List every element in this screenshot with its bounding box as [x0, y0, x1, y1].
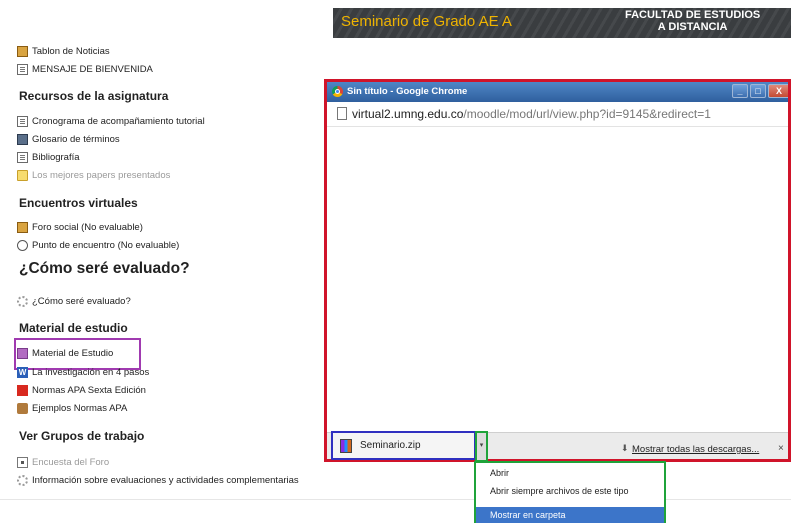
download-item[interactable]: Seminario.zip	[331, 431, 476, 460]
url-path: /moodle/mod/url/view.php?id=9145&redirec…	[463, 107, 711, 121]
faculty-line-2: A DISTANCIA	[657, 21, 728, 33]
section-title-grupos: Ver Grupos de trabajo	[19, 429, 145, 443]
menu-item-foro-social[interactable]: Foro social (No evaluable)	[17, 219, 143, 235]
menu-item-label: Glosario de términos	[32, 133, 120, 145]
page-icon	[337, 107, 347, 120]
menu-item-investigacion[interactable]: W La investigación en 4 pasos	[17, 364, 149, 380]
forum-icon	[17, 45, 28, 57]
package-icon	[17, 402, 28, 414]
forum-icon	[17, 221, 28, 233]
word-icon: W	[17, 366, 28, 378]
menu-item-label: Foro social (No evaluable)	[32, 221, 143, 233]
context-menu-open[interactable]: Abrir	[476, 465, 664, 481]
download-menu-arrow[interactable]: ▾	[475, 431, 488, 462]
maximize-button[interactable]: □	[750, 84, 766, 98]
menu-item-label: Ejemplos Normas APA	[32, 402, 128, 414]
section-title-recursos: Recursos de la asignatura	[19, 89, 169, 103]
glossary-icon	[17, 133, 28, 145]
download-arrow-icon: ⬇	[621, 443, 629, 453]
download-filename: Seminario.zip	[360, 440, 421, 451]
menu-item-label: MENSAJE DE BIENVENIDA	[32, 63, 153, 75]
menu-item-label: Los mejores papers presentados	[32, 169, 171, 181]
menu-item-ejemplos-apa[interactable]: Ejemplos Normas APA	[17, 400, 127, 416]
gear-icon	[17, 295, 28, 307]
menu-item-glosario[interactable]: Glosario de términos	[17, 131, 120, 147]
zip-archive-icon	[340, 439, 352, 453]
show-all-downloads-link[interactable]: Mostrar todas las descargas...	[632, 444, 759, 455]
menu-item-papers[interactable]: Los mejores papers presentados	[17, 167, 170, 183]
menu-item-label: Punto de encuentro (No evaluable)	[32, 239, 180, 251]
gear-icon	[17, 474, 28, 486]
menu-item-label: ¿Cómo seré evaluado?	[32, 295, 131, 307]
section-title-encuentros: Encuentros virtuales	[19, 196, 138, 210]
menu-item-label: Cronograma de acompañamiento tutorial	[32, 115, 205, 127]
pdf-icon	[17, 384, 28, 396]
chat-icon	[17, 239, 28, 251]
faculty-label: FACULTAD DE ESTUDIOS A DISTANCIA	[625, 9, 760, 33]
url-text[interactable]: virtual2.umng.edu.co/moodle/mod/url/view…	[352, 107, 711, 121]
page-divider	[0, 499, 791, 500]
folder-icon	[17, 169, 28, 181]
section-title-evaluado: ¿Cómo seré evaluado?	[19, 260, 190, 277]
page-icon	[17, 151, 28, 163]
chrome-logo-icon	[332, 86, 343, 97]
section-title-material: Material de estudio	[19, 321, 128, 335]
menu-item-encuesta-foro[interactable]: Encuesta del Foro	[17, 454, 109, 470]
menu-item-info-evaluaciones[interactable]: Información sobre evaluaciones y activid…	[17, 472, 299, 488]
menu-item-label: Tablon de Noticias	[32, 45, 110, 57]
menu-item-cronograma[interactable]: Cronograma de acompañamiento tutorial	[17, 113, 205, 129]
page-icon	[17, 63, 28, 75]
menu-item-punto-encuentro[interactable]: Punto de encuentro (No evaluable)	[17, 237, 179, 253]
menu-item-label: Información sobre evaluaciones y activid…	[32, 474, 299, 486]
menu-item-label: La investigación en 4 pasos	[32, 366, 150, 378]
menu-item-tablon[interactable]: Tablon de Noticias	[17, 43, 110, 59]
minimize-button[interactable]: _	[732, 84, 748, 98]
menu-item-bienvenida[interactable]: MENSAJE DE BIENVENIDA	[17, 61, 153, 77]
survey-icon	[17, 456, 28, 468]
page-icon	[17, 115, 28, 127]
download-context-menu: Abrir Abrir siempre archivos de este tip…	[474, 461, 666, 523]
window-title: Sin título - Google Chrome	[347, 86, 468, 97]
course-banner: Seminario de Grado AE A FACULTAD DE ESTU…	[333, 8, 791, 38]
url-host: virtual2.umng.edu.co	[352, 107, 464, 121]
menu-item-como-evaluado[interactable]: ¿Cómo seré evaluado?	[17, 293, 131, 309]
menu-item-label: Encuesta del Foro	[32, 456, 110, 468]
menu-item-bibliografia[interactable]: Bibliografía	[17, 149, 80, 165]
close-window-button[interactable]: X	[768, 84, 788, 98]
address-bar[interactable]: virtual2.umng.edu.co/moodle/mod/url/view…	[327, 102, 788, 127]
menu-item-normas-apa[interactable]: Normas APA Sexta Edición	[17, 382, 146, 398]
banner-title: Seminario de Grado AE A	[341, 13, 512, 30]
context-menu-show-in-folder[interactable]: Mostrar en carpeta	[476, 507, 664, 523]
menu-item-label: Normas APA Sexta Edición	[32, 384, 146, 396]
window-titlebar[interactable]: Sin título - Google Chrome _ □ X	[327, 82, 788, 102]
close-shelf-button[interactable]: ×	[778, 443, 784, 454]
context-menu-always-open[interactable]: Abrir siempre archivos de este tipo	[476, 483, 664, 499]
menu-item-label: Bibliografía	[32, 151, 80, 163]
faculty-line-1: FACULTAD DE ESTUDIOS	[625, 9, 761, 21]
chrome-window: Sin título - Google Chrome _ □ X virtual…	[324, 79, 791, 462]
